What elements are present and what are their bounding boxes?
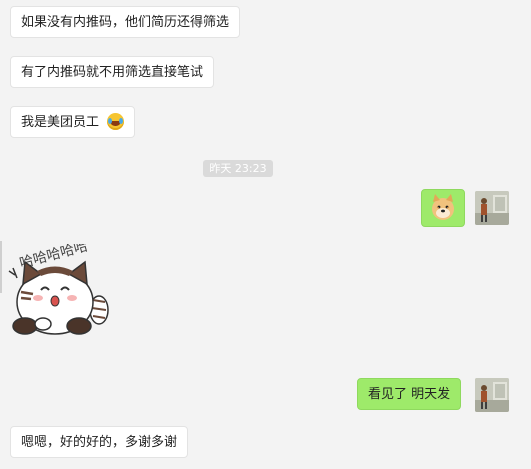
message-bubble-outgoing-sticker[interactable]: [421, 189, 465, 227]
avatar[interactable]: [475, 378, 509, 412]
avatar-image: [475, 378, 509, 412]
message-bubble-incoming[interactable]: 我是美团员工: [10, 106, 136, 138]
message-bubble-outgoing[interactable]: 看见了 明天发: [357, 378, 462, 410]
cat-laughing-sticker-icon[interactable]: 哈哈哈哈哈: [7, 244, 117, 339]
message-bubble-incoming[interactable]: 有了内推码就不用筛选直接笔试: [10, 56, 215, 88]
message-text: 如果没有内推码，他们简历还得筛选: [21, 15, 230, 30]
doge-sticker-icon: [432, 194, 454, 220]
message-text: 有了内推码就不用筛选直接笔试: [21, 65, 204, 80]
timestamp-divider: 昨天 23:23: [203, 160, 273, 177]
message-text: 看见了 明天发: [368, 387, 451, 402]
message-text: 我是美团员工: [21, 115, 100, 130]
message-bubble-incoming[interactable]: 嗯嗯，好的好的，多谢多谢: [10, 426, 189, 458]
message-bubble-incoming[interactable]: 如果没有内推码，他们简历还得筛选: [10, 6, 241, 38]
message-text: 嗯嗯，好的好的，多谢多谢: [21, 435, 178, 450]
scroll-indicator: [0, 241, 2, 293]
avatar-image: [475, 191, 509, 225]
avatar[interactable]: [475, 191, 509, 225]
laugh-cry-emoji-icon: [107, 113, 125, 130]
